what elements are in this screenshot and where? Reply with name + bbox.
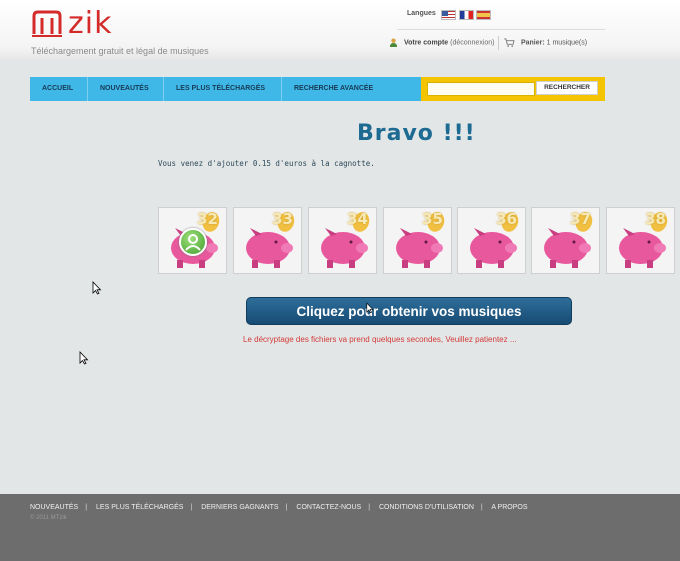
piggy-bank-item[interactable]: 38 (606, 207, 675, 274)
piggy-number: 38 (645, 210, 666, 228)
user-icon (389, 38, 398, 47)
piggy-number: 33 (272, 210, 293, 228)
user-silhouette-icon (185, 234, 201, 251)
cart-area[interactable]: Panier: 1 musique(s) (504, 38, 587, 47)
header-vertical-divider (498, 36, 499, 50)
get-music-button[interactable]: Cliquez pour obtenir vos musiques (246, 297, 572, 325)
main-nav: ACCUEIL NOUVEAUTÉS LES PLUS TÉLÉCHARGÉS … (30, 77, 422, 101)
footer-link-plus-telecharges[interactable]: LES PLUS TÉLÉCHARGÉS (96, 504, 183, 511)
nav-separator (163, 77, 164, 101)
piggy-bank-item[interactable]: 32 (158, 207, 227, 274)
piggy-number: 37 (570, 210, 591, 228)
piggy-bank-item[interactable]: 36 (457, 207, 526, 274)
piggy-number: 32 (197, 210, 218, 228)
languages-label: Langues (407, 10, 436, 17)
piggy-number: 36 (496, 210, 517, 228)
piggy-bank-item[interactable]: 34 (308, 207, 377, 274)
footer-link-contact[interactable]: CONTACTEZ-NOUS (296, 504, 361, 511)
piggy-bank-row: 32 33 34 35 36 37 38 (158, 207, 680, 274)
logo-mark-icon (32, 10, 62, 37)
flag-fr-icon[interactable] (459, 10, 474, 20)
piggy-bank-item[interactable]: 37 (531, 207, 600, 274)
nav-item-plus-telecharges[interactable]: LES PLUS TÉLÉCHARGÉS (176, 77, 265, 101)
piggy-bank-item[interactable]: 35 (383, 207, 452, 274)
nav-separator (87, 77, 88, 101)
nav-item-accueil[interactable]: ACCUEIL (42, 77, 73, 101)
flag-es-icon[interactable] (476, 10, 491, 20)
page-title: Bravo !!! (357, 121, 476, 146)
logout-link[interactable]: (déconnexion) (450, 39, 494, 46)
flag-en-icon[interactable] (441, 10, 456, 20)
account-link[interactable]: Votre compte (404, 39, 448, 46)
footer-link-derniers-gagnants[interactable]: DERNIERS GAGNANTS (201, 504, 278, 511)
footer-link-a-propos[interactable]: A PROPOS (491, 504, 527, 511)
nav-separator (281, 77, 282, 101)
site-footer: NOUVEAUTÉS | LES PLUS TÉLÉCHARGÉS | DERNIE… (0, 494, 680, 561)
jackpot-added-message: Vous venez d'ajouter 0.15 d'euros à la c… (158, 159, 375, 168)
copyright: © 2011 MTzik (30, 515, 67, 521)
site-header: zik Téléchargement gratuit et légal de m… (0, 0, 680, 60)
search-button[interactable]: RECHERCHER (536, 81, 598, 95)
cart-label: Panier: (520, 39, 545, 47)
account-area: Votre compte (déconnexion) (389, 38, 495, 47)
decrypt-status-message: Le décryptage des fichiers va prend quel… (243, 335, 517, 344)
mouse-cursor-icon (366, 302, 374, 314)
winner-avatar-icon (179, 228, 207, 256)
footer-link-nouveautes[interactable]: NOUVEAUTÉS (30, 504, 78, 511)
footer-link-conditions[interactable]: CONDITIONS D'UTILISATION (379, 504, 474, 511)
piggy-number: 35 (422, 210, 443, 228)
cart-count: 1 musique(s) (546, 39, 588, 47)
search-input[interactable] (427, 82, 535, 96)
mouse-cursor-icon (79, 351, 89, 365)
piggy-bank-item[interactable]: 33 (233, 207, 302, 274)
site-tagline: Téléchargement gratuit et légal de musiq… (31, 46, 209, 56)
logo-text: zik (68, 6, 113, 41)
piggy-number: 34 (347, 210, 368, 228)
nav-item-recherche-avancee[interactable]: RECHERCHE AVANCÉE (294, 77, 373, 101)
footer-nav: NOUVEAUTÉS | LES PLUS TÉLÉCHARGÉS | DERNIE… (30, 504, 528, 511)
mouse-cursor-icon (92, 281, 102, 295)
cart-icon (504, 38, 515, 47)
header-divider (397, 29, 605, 30)
nav-item-nouveautes[interactable]: NOUVEAUTÉS (100, 77, 149, 101)
